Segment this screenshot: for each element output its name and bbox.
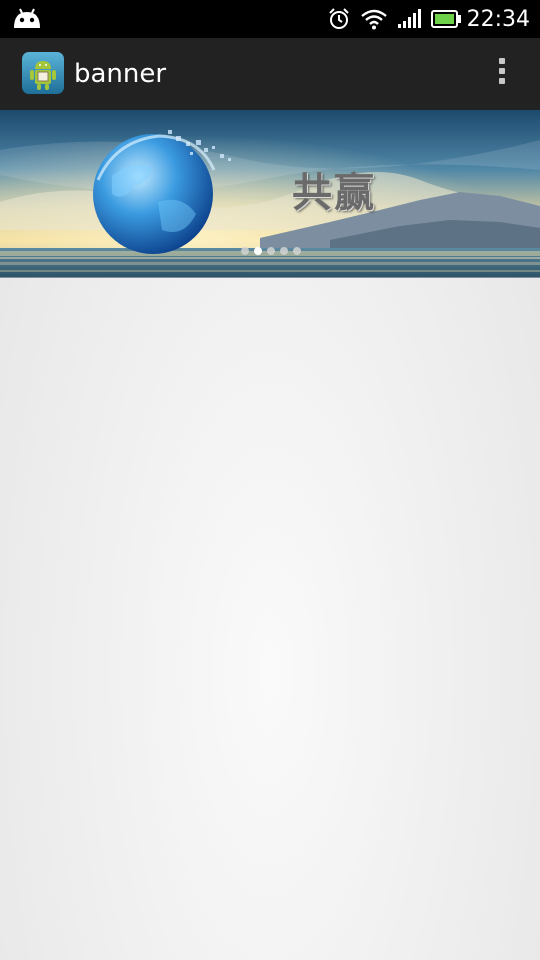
wifi-icon [360, 8, 387, 30]
page-indicator [241, 247, 306, 255]
overflow-dot [499, 58, 505, 64]
indicator-dot[interactable] [267, 247, 275, 255]
status-time: 22:34 [466, 6, 530, 32]
banner-caption: 共赢 [292, 170, 376, 216]
indicator-dot-active[interactable] [254, 247, 262, 255]
android-app-icon[interactable] [22, 52, 64, 94]
battery-icon [430, 10, 461, 28]
indicator-dot[interactable] [280, 247, 288, 255]
overflow-dot [499, 68, 505, 74]
overflow-menu-button[interactable] [490, 56, 514, 92]
banner-slider[interactable]: 共赢 [0, 110, 540, 278]
indicator-dot[interactable] [241, 247, 249, 255]
app-title: banner [74, 59, 167, 89]
status-bar: 22:34 [0, 0, 540, 38]
indicator-dot[interactable] [293, 247, 301, 255]
signal-icon [397, 9, 421, 29]
content-area [0, 278, 540, 960]
android-notification-icon [12, 6, 42, 32]
alarm-clock-icon [327, 7, 351, 31]
action-bar: banner [0, 38, 540, 110]
overflow-dot [499, 78, 505, 84]
